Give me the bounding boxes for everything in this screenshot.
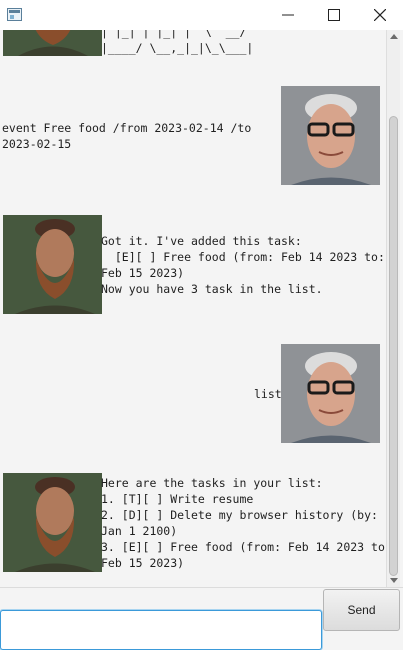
bot-message: Got it. I've added this task: [E][ ] Fre… (101, 234, 385, 296)
minimize-icon (282, 14, 294, 16)
dialog-container[interactable]: | |_| | |_| | \ __/ |____/ \__,_|_|\_\__… (0, 30, 386, 587)
user-input[interactable] (0, 610, 322, 650)
user-avatar (281, 344, 380, 443)
send-button[interactable]: Send (323, 589, 400, 631)
input-bar: Send (0, 587, 403, 650)
bot-message: | |_| | |_| | \ __/ |____/ \__,_|_|\_\__… (101, 30, 254, 55)
bot-message: Here are the tasks in your list: 1. [T][… (101, 476, 386, 570)
user-message: event Free food /from 2023-02-14 /to 202… (2, 121, 252, 151)
close-button[interactable] (357, 0, 403, 30)
vertical-scrollbar[interactable] (386, 30, 400, 587)
close-icon (374, 9, 386, 21)
minimize-button[interactable] (265, 0, 311, 30)
scroll-down-icon[interactable] (390, 578, 398, 583)
bot-avatar (3, 473, 102, 572)
bot-avatar (3, 30, 102, 56)
user-avatar (281, 86, 380, 185)
bot-avatar (3, 215, 102, 314)
maximize-button[interactable] (311, 0, 357, 30)
scroll-thumb[interactable] (389, 116, 398, 576)
title-bar (0, 0, 403, 30)
user-message: list (254, 387, 282, 401)
scroll-up-icon[interactable] (390, 34, 398, 39)
maximize-icon (328, 9, 340, 21)
app-window-icon (7, 8, 22, 21)
